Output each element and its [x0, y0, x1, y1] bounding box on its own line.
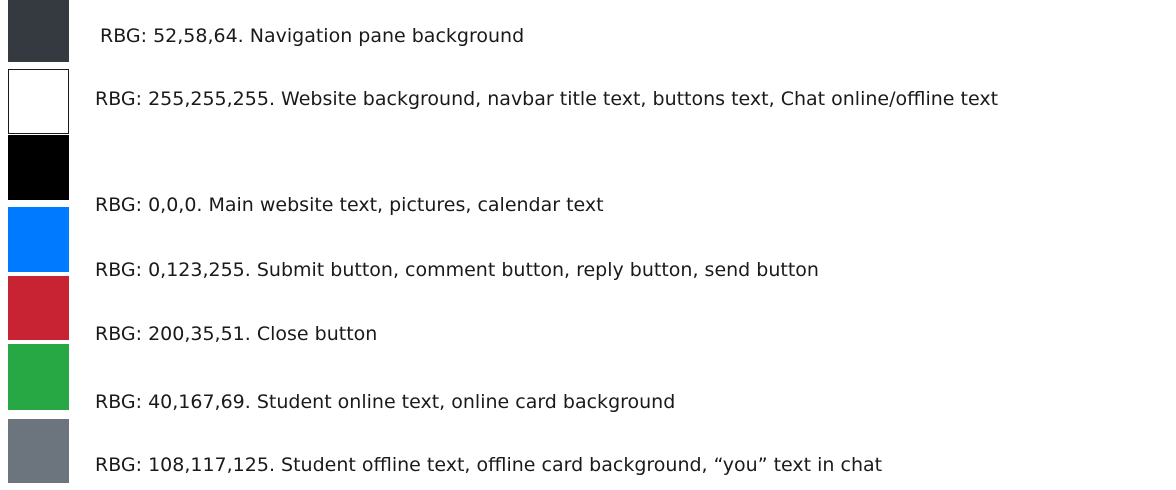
color-swatch: [8, 207, 69, 272]
color-description: RBG: 52,58,64. Navigation pane backgroun…: [100, 25, 525, 47]
color-description: RBG: 0,123,255. Submit button, comment b…: [95, 259, 819, 281]
color-description: RBG: 108,117,125. Student offline text, …: [95, 454, 883, 476]
color-swatch: [8, 69, 69, 134]
color-swatch: [8, 276, 69, 340]
color-description: RBG: 200,35,51. Close button: [95, 323, 378, 345]
color-swatch: [8, 419, 69, 483]
color-swatch: [8, 344, 69, 410]
color-swatch: [8, 135, 69, 200]
color-description: RBG: 0,0,0. Main website text, pictures,…: [95, 194, 604, 216]
color-description: RBG: 255,255,255. Website background, na…: [95, 88, 999, 110]
color-description: RBG: 40,167,69. Student online text, onl…: [95, 391, 676, 413]
color-swatch: [8, 0, 69, 62]
